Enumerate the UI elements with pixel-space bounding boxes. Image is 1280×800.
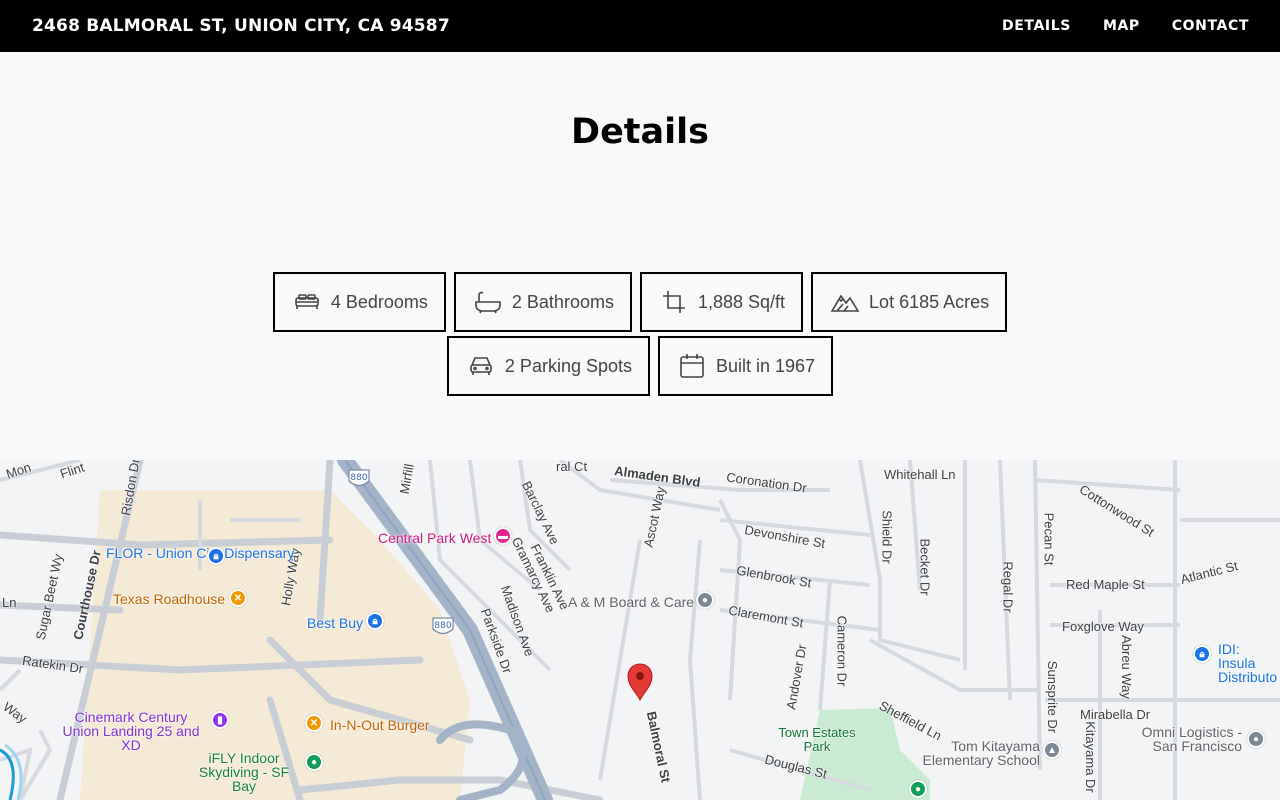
feature-label: 4 Bedrooms [330, 291, 428, 312]
bed-icon [293, 288, 321, 316]
street-label: Red Maple St [1066, 577, 1145, 592]
restaurant-icon[interactable]: ✕ [229, 589, 247, 607]
features-row-1: 4 Bedrooms 2 Bathrooms 1,888 Sq/ft Lot 6… [0, 272, 1280, 332]
street-label: Ln [2, 595, 17, 610]
place-label-town-estates-park[interactable]: Town Estates Park [772, 726, 862, 754]
place-icon[interactable]: ● [305, 753, 323, 771]
place-label-texas-roadhouse[interactable]: Texas Roadhouse [113, 592, 225, 606]
feature-lot-size: Lot 6185 Acres [811, 272, 1008, 332]
place-label-best-buy[interactable]: Best Buy [307, 616, 363, 630]
feature-label: 2 Bathrooms [511, 291, 614, 312]
street-label: Pecan St [1041, 512, 1057, 566]
place-label-ifly[interactable]: iFLY Indoor Skydiving - SF Bay [186, 751, 302, 793]
school-icon[interactable]: ▲ [1043, 741, 1061, 759]
shopping-icon[interactable]: 🔒︎ [366, 612, 384, 630]
park-icon[interactable]: ● [909, 780, 927, 798]
svg-text:880: 880 [434, 621, 451, 631]
street-label: Whitehall Ln [884, 467, 956, 482]
street-label: Regal Dr [1000, 561, 1016, 613]
place-icon[interactable]: ● [696, 591, 714, 609]
place-label-central-park-west[interactable]: Central Park West [378, 531, 491, 545]
nav-contact-link[interactable]: CONTACT [1172, 18, 1249, 34]
street-label: ral Ct [556, 460, 588, 474]
street-label: Foxglove Way [1062, 619, 1144, 634]
shopping-icon[interactable]: 🔒︎ [1193, 645, 1211, 663]
place-label-am-board-care[interactable]: A & M Board & Care [568, 595, 694, 609]
property-address: 2468 BALMORAL ST, UNION CITY, CA 94587 [32, 16, 450, 36]
top-navbar: 2468 BALMORAL ST, UNION CITY, CA 94587 D… [0, 0, 1280, 52]
feature-year-built: Built in 1967 [658, 336, 834, 396]
place-label-omni-logistics[interactable]: Omni Logistics - San Francisco [1126, 725, 1242, 753]
street-label: Abreu Way [1118, 635, 1134, 699]
feature-label: 1,888 Sq/ft [697, 291, 786, 312]
nav-map-link[interactable]: MAP [1103, 18, 1140, 34]
crop-icon [660, 288, 688, 316]
calendar-icon [678, 352, 706, 380]
feature-label: Lot 6185 Acres [869, 291, 990, 312]
street-label: Sunsprite Dr [1045, 660, 1061, 734]
bathtub-icon [474, 288, 502, 316]
car-icon [467, 352, 495, 380]
location-map[interactable]: 880 880 Almaden Blvd Coronation Dr White… [0, 460, 1280, 800]
place-label-cinemark[interactable]: Cinemark Century Union Landing 25 and XD [56, 710, 206, 752]
svg-text:880: 880 [350, 473, 367, 483]
restaurant-icon[interactable]: ✕ [305, 714, 323, 732]
street-label: Mirabella Dr [1080, 707, 1151, 722]
cinema-icon[interactable]: ▮ [211, 711, 229, 729]
nav-details-link[interactable]: DETAILS [1002, 18, 1071, 34]
street-label: Kitayama Dr [1082, 721, 1098, 793]
place-label-flor[interactable]: FLOR - Union City Dispensary [106, 546, 294, 560]
lock-icon[interactable]: 🔒︎ [207, 547, 225, 565]
feature-square-feet: 1,888 Sq/ft [639, 272, 804, 332]
street-label: Becket Dr [917, 538, 933, 596]
street-label: Cameron Dr [834, 615, 850, 687]
place-label-idi[interactable]: IDI: Insula Distributo [1218, 642, 1280, 684]
feature-bathrooms: 2 Bathrooms [453, 272, 632, 332]
feature-label: 2 Parking Spots [504, 355, 632, 376]
place-label-tom-kitayama[interactable]: Tom Kitayama Elementary School [920, 739, 1040, 767]
feature-bedrooms: 4 Bedrooms [272, 272, 446, 332]
street-label: Shield Dr [879, 510, 895, 564]
mountains-icon [831, 288, 860, 316]
details-heading: Details [571, 112, 709, 152]
feature-label: Built in 1967 [716, 355, 816, 376]
feature-parking: 2 Parking Spots [446, 336, 650, 396]
place-icon[interactable]: ● [1247, 730, 1265, 748]
nav-links: DETAILS MAP CONTACT [970, 18, 1249, 34]
hotel-icon[interactable]: ▬ [494, 527, 512, 545]
features-row-2: 2 Parking Spots Built in 1967 [0, 336, 1280, 396]
place-label-in-n-out[interactable]: In-N-Out Burger [330, 718, 430, 732]
